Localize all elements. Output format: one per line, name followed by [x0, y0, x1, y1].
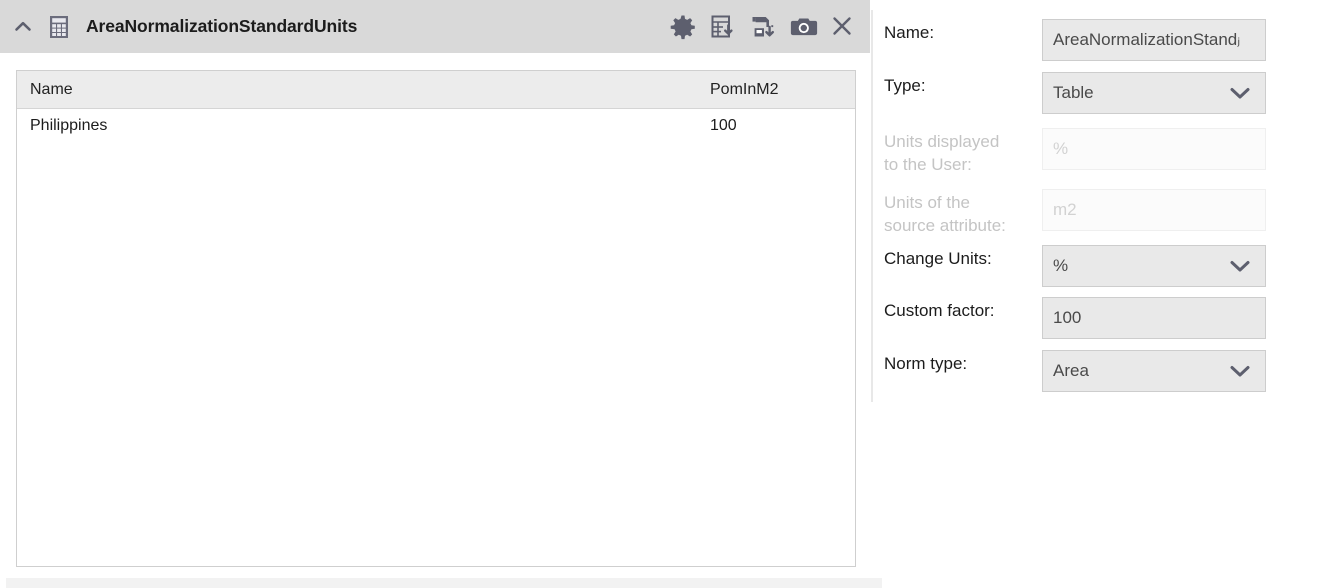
form-row-norm-type: Norm type: Area [884, 350, 1326, 392]
chevron-down-icon [1229, 364, 1251, 378]
data-table[interactable]: Name PomInM2 Philippines 100 [16, 70, 856, 567]
label-units-source-line2: source attribute: [884, 216, 1006, 235]
close-icon[interactable] [830, 14, 856, 40]
column-header-name[interactable]: Name [17, 81, 710, 99]
units-source-input: m2 [1042, 189, 1266, 231]
name-input-value: AreaNormalizationStandⱼ [1053, 30, 1241, 49]
units-displayed-input: % [1042, 128, 1266, 170]
type-select[interactable]: Table [1042, 72, 1266, 114]
bottom-status-strip [6, 578, 882, 588]
units-source-value: m2 [1053, 200, 1077, 219]
change-units-select[interactable]: % [1042, 245, 1266, 287]
label-units-displayed-line2: to the User: [884, 155, 972, 174]
cell-name: Philippines [30, 117, 108, 134]
column-header-pominm2[interactable]: PomInM2 [710, 81, 855, 99]
form-row-type: Type: Table [884, 72, 1326, 114]
panel-title: AreaNormalizationStandardUnits [86, 16, 358, 36]
label-change-units: Change Units: [884, 249, 992, 268]
chevron-down-icon [1229, 259, 1251, 273]
custom-factor-value: 100 [1053, 308, 1082, 327]
properties-form: Name: AreaNormalizationStandⱼ Type: Tabl… [884, 0, 1326, 588]
panel-header-bar: AreaNormalizationStandardUnits [0, 0, 870, 53]
norm-type-value: Area [1053, 361, 1089, 380]
table-row[interactable]: Philippines 100 [17, 109, 855, 143]
table-view-panel: AreaNormalizationStandardUnits Name PomI… [0, 0, 882, 588]
label-units-displayed-line1: Units displayed [884, 132, 1000, 151]
form-row-change-units: Change Units: % [884, 245, 1326, 287]
label-type: Type: [884, 76, 926, 95]
export-table-icon[interactable] [710, 14, 736, 40]
label-units-source: Units of the source attribute: [884, 189, 1042, 237]
name-input[interactable]: AreaNormalizationStandⱼ [1042, 19, 1266, 61]
chevron-up-icon[interactable] [4, 0, 42, 53]
panel-divider [871, 10, 873, 402]
camera-snapshot-icon[interactable] [790, 14, 818, 40]
change-units-value: % [1053, 256, 1069, 275]
type-select-value: Table [1053, 83, 1094, 102]
label-units-displayed: Units displayed to the User: [884, 128, 1042, 176]
form-row-name: Name: AreaNormalizationStandⱼ [884, 19, 1326, 61]
cell-value: 100 [710, 117, 737, 134]
label-norm-type: Norm type: [884, 354, 968, 373]
chevron-down-icon [1229, 86, 1251, 100]
units-displayed-value: % [1053, 139, 1069, 158]
table-header-row: Name PomInM2 [17, 71, 855, 109]
custom-factor-input[interactable]: 100 [1042, 297, 1266, 339]
form-row-units-displayed: Units displayed to the User: % [884, 128, 1326, 176]
label-units-source-line1: Units of the [884, 193, 970, 212]
table-grid-icon [44, 0, 74, 53]
panel-toolbar [670, 0, 856, 53]
norm-type-select[interactable]: Area [1042, 350, 1266, 392]
save-data-icon[interactable] [750, 14, 776, 40]
label-custom-factor: Custom factor: [884, 301, 995, 320]
settings-gear-icon[interactable] [670, 14, 696, 40]
label-name: Name: [884, 23, 935, 42]
form-row-custom-factor: Custom factor: 100 [884, 297, 1326, 339]
form-row-units-source: Units of the source attribute: m2 [884, 189, 1326, 237]
